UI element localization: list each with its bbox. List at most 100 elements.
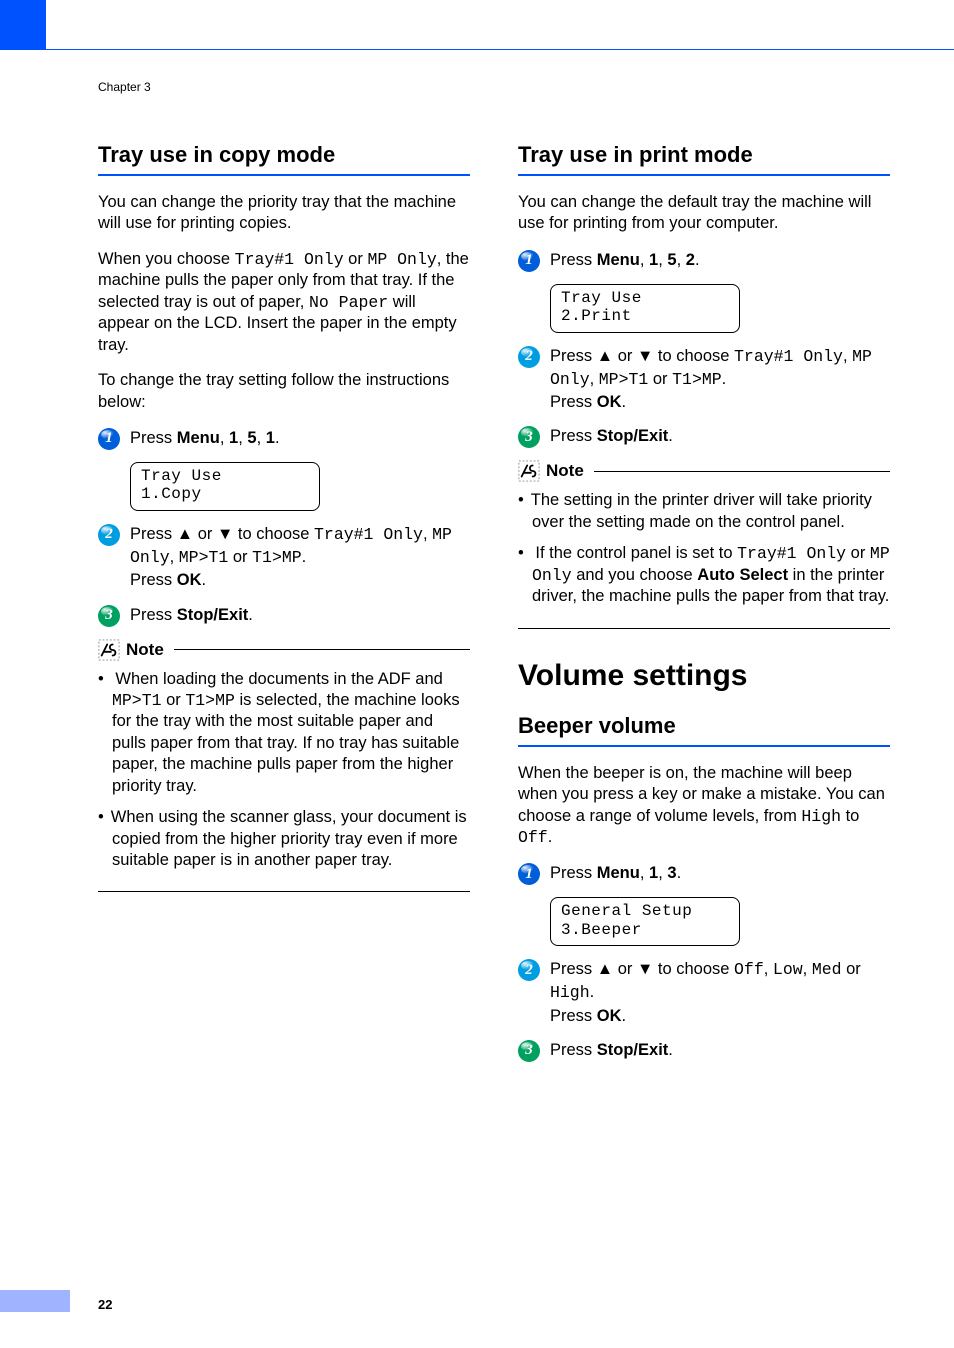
step-badge-3: 3 — [518, 1040, 540, 1062]
text: . — [590, 983, 595, 1001]
text: , — [257, 429, 266, 447]
step-3: 3 Press Stop/Exit. — [518, 425, 890, 448]
right-column: Tray use in print mode You can change th… — [518, 142, 890, 1074]
paragraph: You can change the default tray the mach… — [518, 192, 890, 235]
text: . — [668, 427, 673, 445]
up-arrow-icon: ▲ — [597, 347, 613, 365]
text: , — [238, 429, 247, 447]
text: . — [677, 864, 682, 882]
text: . — [302, 548, 307, 566]
down-arrow-icon: ▼ — [637, 960, 653, 978]
text: , — [640, 251, 649, 269]
text: . — [668, 1041, 673, 1059]
text: or — [846, 544, 870, 562]
text: , — [843, 347, 852, 365]
step-badge-2: 2 — [518, 346, 540, 368]
key-name: OK — [177, 571, 202, 589]
step-badge-2: 2 — [98, 524, 120, 546]
text: When loading the documents in the ADF an… — [115, 670, 442, 688]
section-heading-volume: Volume settings — [518, 659, 890, 693]
step-badge-3: 3 — [98, 605, 120, 627]
text: Press — [130, 571, 177, 589]
step-2: 2 Press ▲ or ▼ to choose Off, Low, Med o… — [518, 958, 890, 1027]
key-name: OK — [597, 1007, 622, 1025]
key-name: Stop/Exit — [177, 606, 249, 624]
lcd-display: Tray Use 1.Copy — [130, 462, 320, 511]
note-item: If the control panel is set to Tray#1 On… — [532, 543, 890, 607]
key-name: 1 — [229, 429, 238, 447]
key-name: 1 — [266, 429, 275, 447]
text: or — [613, 960, 637, 978]
lcd-line: Tray Use — [141, 467, 309, 485]
key-name: Stop/Exit — [597, 427, 669, 445]
lcd-text: T1>MP — [252, 548, 302, 567]
text: or — [193, 525, 217, 543]
section-heading-print: Tray use in print mode — [518, 142, 890, 168]
key-name: 2 — [686, 251, 695, 269]
text: Press — [550, 864, 597, 882]
note-label: Note — [126, 640, 164, 660]
text: , — [764, 960, 773, 978]
up-arrow-icon: ▲ — [597, 960, 613, 978]
text: When you choose — [98, 250, 235, 268]
key-name: 1 — [649, 251, 658, 269]
heading-rule — [518, 174, 890, 176]
chapter-label: Chapter 3 — [98, 80, 898, 94]
heading-rule — [518, 745, 890, 747]
text: Press — [130, 429, 177, 447]
text: , — [640, 864, 649, 882]
lcd-text: No Paper — [309, 293, 388, 312]
lcd-text: Low — [773, 960, 803, 979]
text: . — [248, 606, 253, 624]
text: , — [803, 960, 812, 978]
step-2: 2 Press ▲ or ▼ to choose Tray#1 Only, MP… — [98, 523, 470, 592]
text: , — [423, 525, 432, 543]
page-number: 22 — [98, 1297, 112, 1312]
text: . — [202, 571, 207, 589]
lcd-line: Tray Use — [561, 289, 729, 307]
section-heading-beeper: Beeper volume — [518, 713, 890, 739]
step-1: 1 Press Menu, 1, 5, 2. — [518, 249, 890, 272]
lcd-line: General Setup — [561, 902, 729, 920]
text: Press — [550, 347, 597, 365]
lcd-line: 3.Beeper — [561, 921, 729, 939]
paragraph: You can change the priority tray that th… — [98, 192, 470, 235]
lcd-text: MP>T1 — [599, 370, 649, 389]
text: , — [220, 429, 229, 447]
text: or — [162, 691, 186, 709]
text: Press — [550, 251, 597, 269]
lcd-text: T1>MP — [185, 691, 235, 710]
text: If the control panel is set to — [535, 544, 737, 562]
key-name: Menu — [597, 864, 640, 882]
text: Press — [130, 606, 177, 624]
heading-rule — [98, 174, 470, 176]
paragraph: When you choose Tray#1 Only or MP Only, … — [98, 249, 470, 356]
note-item: When using the scanner glass, your docum… — [112, 807, 470, 871]
key-name: Menu — [597, 251, 640, 269]
lcd-text: MP>T1 — [179, 548, 229, 567]
key-name: 5 — [247, 429, 256, 447]
text: or — [648, 370, 672, 388]
lcd-text: Tray#1 Only — [235, 250, 344, 269]
text: , — [590, 370, 599, 388]
text: Press — [550, 960, 597, 978]
lcd-display: Tray Use 2.Print — [550, 284, 740, 333]
text: or — [842, 960, 861, 978]
lcd-text: Off — [734, 960, 764, 979]
lcd-text: High — [550, 983, 590, 1002]
text: Press — [550, 1041, 597, 1059]
text: to choose — [233, 525, 314, 543]
note-item: The setting in the printer driver will t… — [532, 490, 890, 533]
note-item: When loading the documents in the ADF an… — [112, 669, 470, 798]
step-3: 3 Press Stop/Exit. — [98, 604, 470, 627]
text: , — [677, 251, 686, 269]
text: , — [658, 864, 667, 882]
lcd-text: MP>T1 — [112, 691, 162, 710]
lcd-text: Off — [518, 828, 548, 847]
page-number-strip — [0, 1290, 70, 1312]
text: or — [344, 250, 368, 268]
lcd-text: Med — [812, 960, 842, 979]
text: . — [622, 1007, 627, 1025]
text: . — [275, 429, 280, 447]
lcd-text: Tray#1 Only — [737, 544, 846, 563]
